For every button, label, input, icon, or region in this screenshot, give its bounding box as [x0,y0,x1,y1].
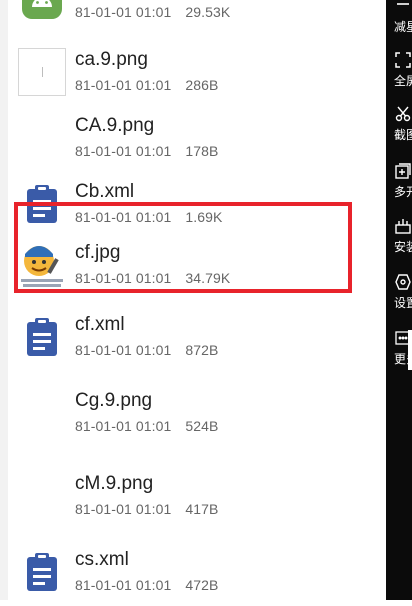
list-item[interactable]: ca.9.png 81-01-01 01:01 286B [8,40,386,106]
file-meta: 81-01-01 01:01 34.79K [75,270,240,286]
file-meta: 81-01-01 01:01 1.69K [75,209,232,225]
list-item[interactable]: cf.xml 81-01-01 01:01 872B [8,305,386,371]
list-item[interactable]: 81-01-01 01:01 29.53K [8,0,386,33]
file-meta: 81-01-01 01:01 524B [75,418,228,434]
settings-icon [395,274,411,290]
file-size: 286B [185,77,219,93]
file-date: 81-01-01 01:01 [75,418,172,434]
sidebar-label: 截图 [394,128,412,142]
file-date: 81-01-01 01:01 [75,209,172,225]
sidebar-label: 全屏 [394,74,412,88]
emulator-sidebar: 减星 全屏 截图 多开 [386,0,412,600]
file-name: Cg.9.png [75,390,153,411]
file-meta: 81-01-01 01:01 472B [75,577,228,593]
file-date: 81-01-01 01:01 [75,143,172,159]
clipboard-doc-icon [16,546,68,598]
file-date: 81-01-01 01:01 [75,4,172,20]
clipboard-doc-icon [16,178,68,230]
sidebar-label: 减星 [394,20,412,34]
file-meta: 81-01-01 01:01 872B [75,342,228,358]
sidebar-item-multi[interactable]: 多开 [386,163,412,209]
file-date: 81-01-01 01:01 [75,577,172,593]
file-meta: 81-01-01 01:01 286B [75,77,228,93]
file-size: 872B [185,342,219,358]
file-date: 81-01-01 01:01 [75,77,172,93]
list-item[interactable]: cM.9.png 81-01-01 01:01 417B [8,464,386,530]
fullscreen-icon [395,52,411,68]
sidebar-label: 多开 [394,185,412,199]
sidebar-item-minus[interactable]: 减星 [386,2,412,48]
sidebar-label: 安装 [394,240,412,254]
sidebar-item-fullscreen[interactable]: 全屏 [386,52,412,98]
file-size: 178B [185,143,219,159]
file-date: 81-01-01 01:01 [75,501,172,517]
list-item[interactable]: Cg.9.png 81-01-01 01:01 524B [8,381,386,447]
list-item[interactable]: Cb.xml 81-01-01 01:01 1.69K [8,172,386,238]
file-list[interactable]: 81-01-01 01:01 29.53K ca.9.png 81-01-01 … [8,0,386,600]
file-size: 524B [185,418,219,434]
list-item[interactable]: cs.xml 81-01-01 01:01 472B [8,540,386,606]
list-item[interactable]: CA.9.png 81-01-01 01:01 178B [8,106,386,172]
file-name: ca.9.png [75,49,148,70]
file-date: 81-01-01 01:01 [75,270,172,286]
file-name: cM.9.png [75,473,154,494]
file-size: 34.79K [185,270,231,286]
scissors-icon [395,106,411,122]
file-date: 81-01-01 01:01 [75,342,172,358]
file-size: 1.69K [185,209,223,225]
sidebar-item-screenshot[interactable]: 截图 [386,106,412,152]
file-name: cs.xml [75,549,129,570]
minus-icon [395,0,411,12]
list-item-selected[interactable]: cf.jpg 81-01-01 01:01 34.79K [8,233,386,299]
file-name: CA.9.png [75,115,155,136]
clipboard-doc-icon [16,311,68,363]
file-meta: 81-01-01 01:01 178B [75,143,228,159]
file-size: 472B [185,577,219,593]
blank-thumb [16,387,68,439]
file-meta: 81-01-01 01:01 29.53K [75,4,240,20]
sidebar-item-settings[interactable]: 设置 [386,274,412,320]
blank-thumb [16,470,68,522]
sidebar-label: 设置 [394,296,412,310]
sidebar-edge-handle[interactable] [408,330,412,370]
file-size: 29.53K [185,4,231,20]
install-icon [395,218,411,234]
photo-thumb [16,239,68,291]
left-edge-strip [0,0,8,600]
file-size: 417B [185,501,219,517]
blank-thumb [16,112,68,164]
file-name: cf.jpg [75,242,121,263]
file-meta: 81-01-01 01:01 417B [75,501,228,517]
android-icon [16,0,68,25]
image-thumb [16,46,68,98]
file-name: cf.xml [75,314,125,335]
file-name: Cb.xml [75,181,135,202]
sidebar-item-install[interactable]: 安装 [386,218,412,264]
multi-window-icon [395,163,411,179]
